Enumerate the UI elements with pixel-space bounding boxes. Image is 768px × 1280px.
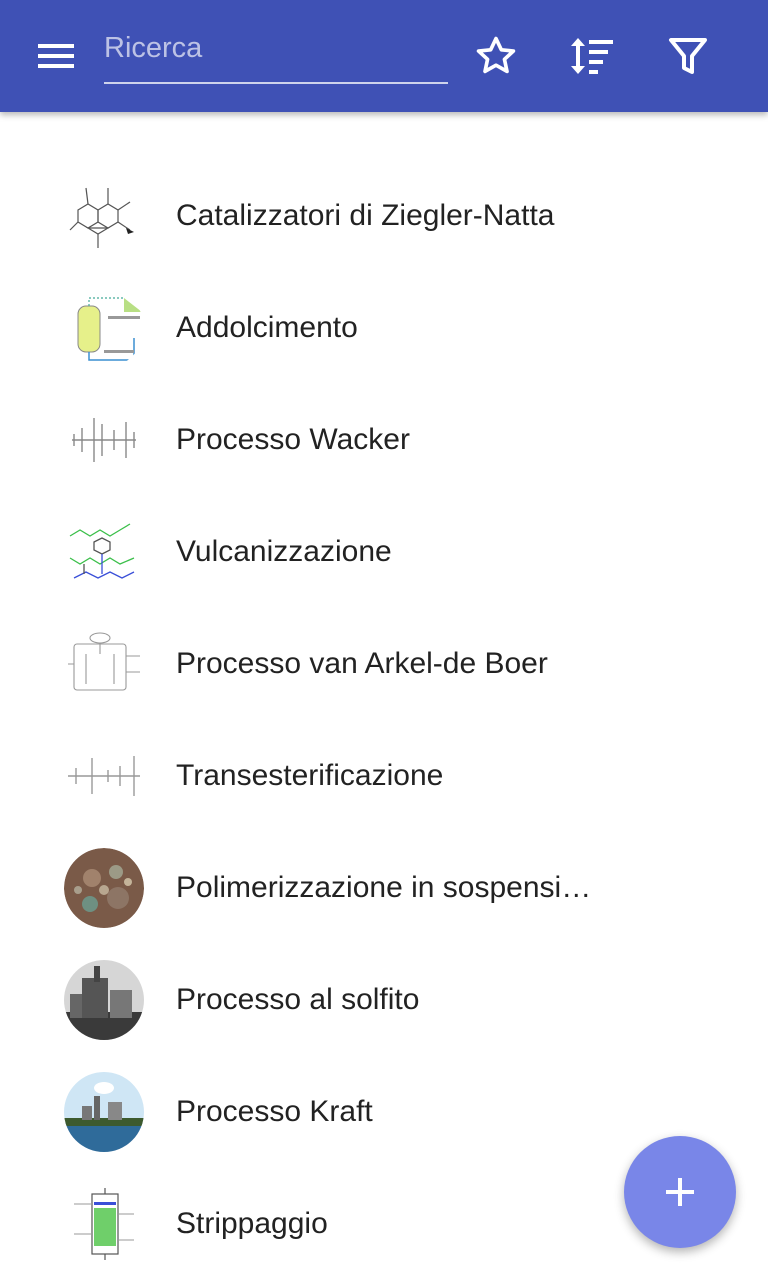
list-item[interactable]: Polimerizzazione in sospensione	[0, 832, 768, 944]
sort-icon	[571, 38, 613, 74]
item-thumbnail	[64, 512, 144, 592]
item-title: Polimerizzazione in sospensione	[176, 871, 596, 904]
list-item[interactable]: Transesterificazione	[0, 720, 768, 832]
favorites-button[interactable]	[464, 24, 528, 88]
list-item[interactable]: Processo al solfito	[0, 944, 768, 1056]
item-title: Strippaggio	[176, 1207, 328, 1240]
list-item[interactable]: Addolcimento	[0, 272, 768, 384]
search-input[interactable]	[104, 24, 448, 72]
list-item[interactable]: Processo Wacker	[0, 384, 768, 496]
item-thumbnail	[64, 848, 144, 928]
item-title: Processo al solfito	[176, 983, 420, 1016]
item-thumbnail	[64, 1184, 144, 1264]
app-bar	[0, 0, 768, 112]
item-title: Processo Kraft	[176, 1095, 373, 1128]
item-title: Addolcimento	[176, 311, 358, 344]
list-item[interactable]: Processo van Arkel-de Boer	[0, 608, 768, 720]
item-thumbnail	[64, 176, 144, 256]
process-list: Catalizzatori di Ziegler-Natta Addolcime…	[0, 160, 768, 1280]
list-item[interactable]: Catalizzatori di Ziegler-Natta	[0, 160, 768, 272]
filter-button[interactable]	[656, 24, 720, 88]
item-title: Transesterificazione	[176, 759, 444, 792]
menu-button[interactable]	[24, 24, 88, 88]
item-thumbnail	[64, 1072, 144, 1152]
item-thumbnail	[64, 400, 144, 480]
item-title: Processo van Arkel-de Boer	[176, 647, 548, 680]
item-thumbnail	[64, 736, 144, 816]
item-thumbnail	[64, 624, 144, 704]
item-thumbnail	[64, 288, 144, 368]
list-item[interactable]: Vulcanizzazione	[0, 496, 768, 608]
item-title: Catalizzatori di Ziegler-Natta	[176, 199, 555, 232]
filter-icon	[669, 38, 707, 74]
star-outline-icon	[476, 36, 516, 74]
menu-icon	[38, 44, 74, 68]
item-thumbnail	[64, 960, 144, 1040]
search-field	[104, 24, 448, 84]
plus-icon	[666, 1178, 694, 1206]
item-title: Vulcanizzazione	[176, 535, 392, 568]
item-title: Processo Wacker	[176, 423, 410, 456]
add-button[interactable]	[624, 1136, 736, 1248]
sort-button[interactable]	[560, 24, 624, 88]
